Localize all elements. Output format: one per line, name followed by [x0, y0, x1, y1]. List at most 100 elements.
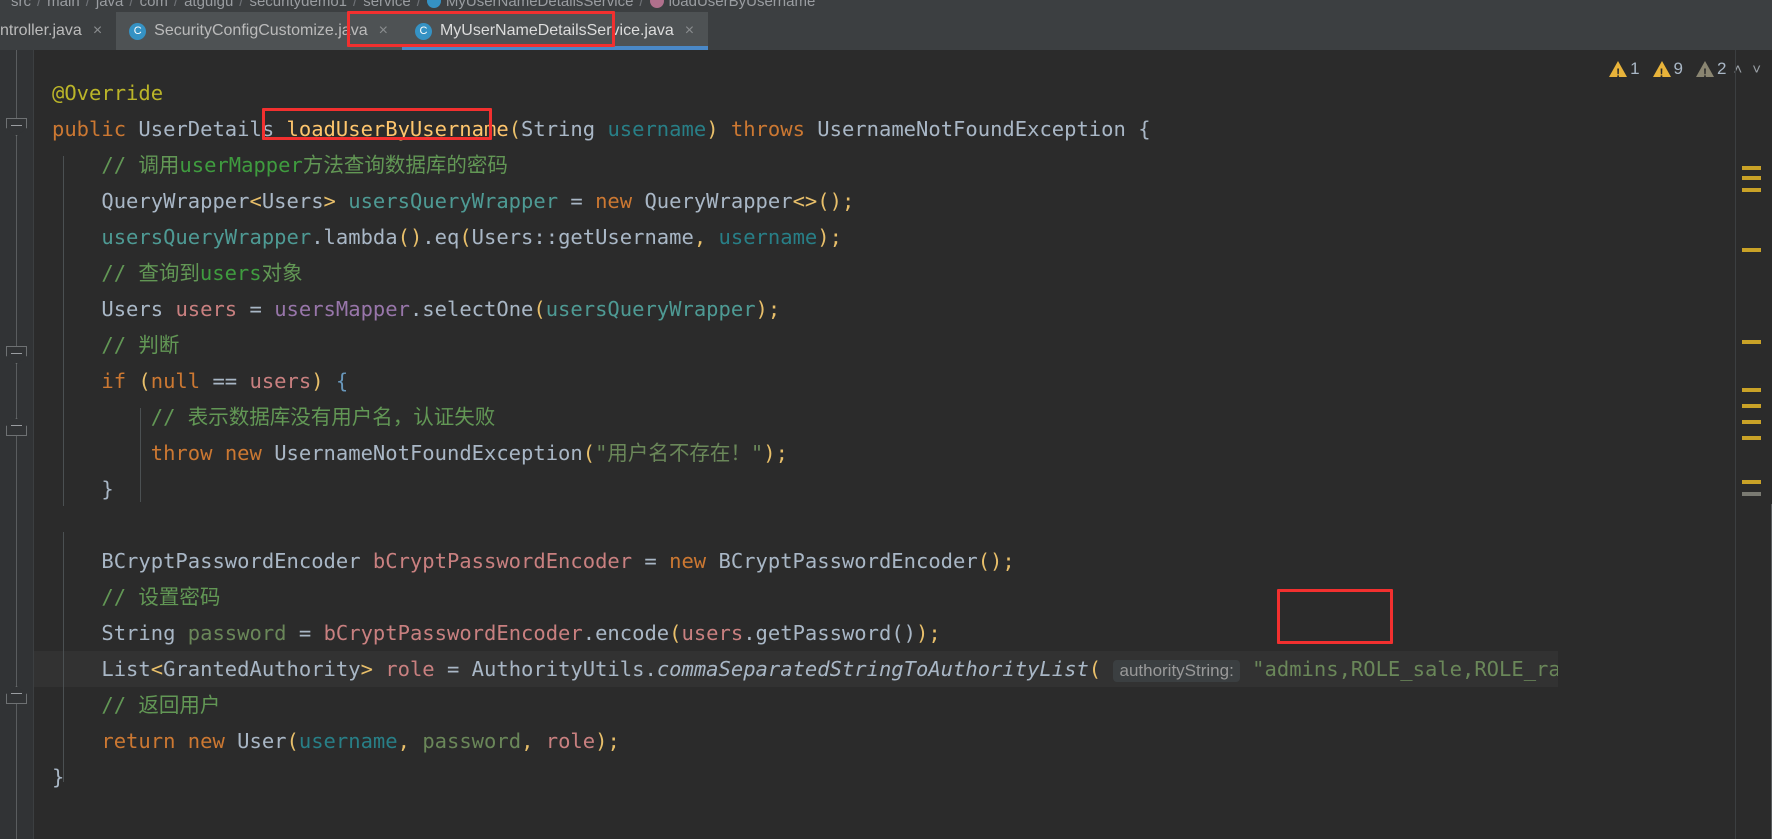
code-editor[interactable]: @Override public UserDetails loadUserByUs… [0, 50, 1772, 839]
breadcrumb-item[interactable]: java [91, 0, 129, 10]
method-icon [649, 0, 664, 8]
breadcrumb-item[interactable]: main [42, 0, 85, 10]
scrollbar-warning-marker[interactable] [1742, 166, 1761, 170]
code-token: List [101, 657, 151, 681]
code-token: ) [409, 225, 423, 249]
code-line[interactable]: BCryptPasswordEncoder bCryptPasswordEnco… [34, 543, 1558, 579]
code-token: 方法查询数据库的密码 [302, 153, 508, 177]
inspection-count-group[interactable]: ! 2 [1696, 59, 1727, 80]
code-line[interactable]: // 返回用户 [34, 687, 1558, 723]
code-token: ) [916, 621, 929, 645]
editor-gutter[interactable] [0, 50, 33, 839]
code-token: Users [101, 297, 176, 321]
code-token: GrantedAuthority [163, 657, 361, 681]
code-token: bCryptPasswordEncoder [323, 621, 583, 645]
code-line[interactable]: // 表示数据库没有用户名，认证失败 [34, 399, 1558, 435]
fold-collapse-icon[interactable] [6, 346, 27, 364]
scrollbar-warning-marker[interactable] [1742, 404, 1761, 408]
code-line[interactable]: } [34, 471, 1558, 507]
code-line[interactable]: // 调用userMapper方法查询数据库的密码 [34, 147, 1558, 183]
code-line[interactable]: public UserDetails loadUserByUsername(St… [34, 111, 1558, 147]
scrollbar-warning-marker[interactable] [1742, 388, 1761, 392]
code-line[interactable]: List<GrantedAuthority> role = AuthorityU… [34, 651, 1558, 687]
code-line[interactable]: // 设置密码 [34, 579, 1558, 615]
breadcrumb-item[interactable]: src [6, 0, 36, 10]
code-token: ; [829, 225, 842, 249]
code-line[interactable]: String password = bCryptPasswordEncoder.… [34, 615, 1558, 651]
inspection-count-group[interactable]: ! 1 [1609, 59, 1640, 80]
code-line[interactable]: // 查询到users对象 [34, 255, 1558, 291]
code-token: 查询到 [138, 261, 200, 285]
editor-tab-bar[interactable]: ntroller.java × C SecurityConfigCustomize.j… [0, 12, 1772, 50]
breadcrumb[interactable]: src / main / java / com / atguigu / securitydemo1/… [0, 0, 1772, 12]
source-code-area[interactable]: @Override public UserDetails loadUserByUs… [34, 50, 1558, 839]
fold-expand-icon[interactable] [6, 418, 27, 436]
code-line[interactable]: usersQueryWrapper.lambda().eq(Users::get… [34, 219, 1558, 255]
code-line[interactable] [34, 507, 1558, 543]
code-line[interactable]: QueryWrapper<Users> usersQueryWrapper = … [34, 183, 1558, 219]
breadcrumb-item[interactable]: atguigu [179, 0, 238, 10]
indent-guide [140, 408, 141, 502]
code-token: @Override [52, 81, 164, 105]
editor-tab[interactable]: C SecurityConfigCustomize.java × [116, 12, 402, 50]
code-token: = [286, 621, 324, 645]
java-class-icon: C [129, 22, 147, 40]
code-line[interactable]: return new User(username, password, role… [34, 723, 1558, 759]
code-line[interactable]: @Override [34, 75, 1558, 111]
code-token: > [323, 189, 336, 213]
code-token: > [360, 657, 373, 681]
code-line[interactable]: throw new UsernameNotFoundException("用户名… [34, 435, 1558, 471]
code-token: ( [508, 117, 522, 141]
inspection-count-group[interactable]: ! 9 [1652, 59, 1683, 80]
fold-expand-icon[interactable] [6, 686, 27, 704]
code-line[interactable]: // 判断 [34, 327, 1558, 363]
code-token: BCryptPasswordEncoder [101, 549, 373, 573]
code-token: // [150, 405, 188, 429]
fold-collapse-icon[interactable] [6, 118, 27, 136]
code-line[interactable]: Users users = usersMapper.selectOne(user… [34, 291, 1558, 327]
close-icon[interactable]: × [379, 23, 388, 39]
breadcrumb-item[interactable]: service [358, 0, 416, 10]
class-icon [426, 0, 441, 8]
scrollbar-warning-marker[interactable] [1742, 188, 1761, 192]
code-token: ( [286, 729, 299, 753]
code-token: ) [763, 441, 776, 465]
scrollbar-warning-marker[interactable] [1742, 176, 1761, 180]
close-icon[interactable]: × [93, 23, 102, 39]
inspection-widget[interactable]: ! 1 ! 9 ! 2 ˄ ˅ [1558, 50, 1772, 88]
scrollbar-warning-marker[interactable] [1742, 436, 1761, 440]
inspection-count: 2 [1717, 59, 1727, 78]
code-token: Users::getUsername [471, 225, 694, 249]
scrollbar-warning-marker[interactable] [1742, 492, 1761, 496]
code-token: AuthorityUtils [471, 657, 645, 681]
chevron-up-icon[interactable]: ˄ [1730, 61, 1745, 78]
code-token: ; [767, 297, 781, 321]
breadcrumb-item[interactable]: loadUserByUsername [645, 0, 821, 10]
code-line[interactable]: if (null == users) { [34, 363, 1558, 399]
close-icon[interactable]: × [685, 23, 694, 39]
code-token: ; [1002, 549, 1015, 573]
code-token: "admins,ROLE_sale,ROLE_random [1252, 657, 1558, 681]
code-token: = [632, 549, 670, 573]
code-token: ( [977, 549, 991, 573]
editor-tab[interactable]: ntroller.java × [0, 12, 116, 50]
chevron-down-icon[interactable]: ˅ [1749, 61, 1764, 78]
code-token: password [422, 729, 522, 753]
scrollbar-warning-marker[interactable] [1742, 340, 1761, 344]
scrollbar-warning-marker[interactable] [1742, 420, 1761, 424]
code-token: username [718, 225, 818, 249]
breadcrumb-item[interactable]: com [135, 0, 173, 10]
editor-tab[interactable]: C MyUserNameDetailsService.java × [401, 12, 709, 50]
editor-scrollbar[interactable] [1735, 88, 1772, 839]
code-line[interactable]: } [34, 759, 1558, 795]
code-token: ) [311, 369, 324, 393]
breadcrumb-item[interactable]: securitydemo1 [244, 0, 352, 10]
code-token: ) [903, 621, 917, 645]
scrollbar-warning-marker[interactable] [1742, 248, 1761, 252]
scrollbar-warning-marker[interactable] [1742, 480, 1761, 484]
breadcrumb-item[interactable]: MyUserNameDetailsService [422, 0, 639, 10]
